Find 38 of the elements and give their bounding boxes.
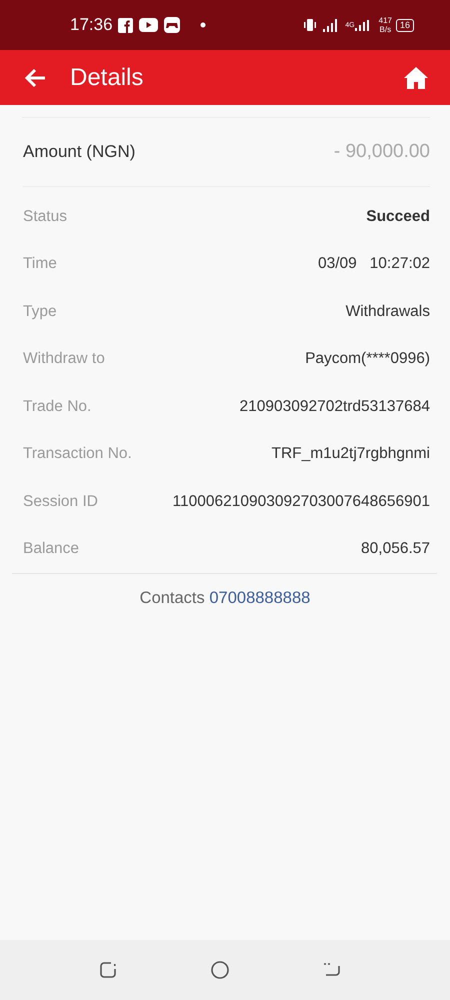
field-label: Balance — [23, 540, 80, 558]
field-label: Status — [23, 208, 67, 226]
field-value: Paycom(****0996) — [305, 350, 430, 368]
home-button[interactable] — [404, 66, 428, 88]
home-icon — [404, 66, 428, 88]
field-value: Succeed — [366, 208, 430, 226]
field-label: Time — [23, 255, 57, 274]
field-label: Session ID — [23, 492, 98, 511]
field-label: Transaction No. — [23, 445, 132, 464]
field-label: Type — [23, 302, 57, 321]
phone-link[interactable]: 07008888888 — [209, 589, 310, 607]
amount-value: - 90,000.00 — [334, 141, 430, 163]
battery-level: 16 — [396, 18, 414, 32]
notification-dot-icon — [200, 22, 206, 28]
clock-time: 17:36 — [70, 15, 113, 35]
field-value: 110006210903092703007648656901 — [172, 492, 430, 511]
field-value: TRF_m1u2tj7rgbhgnmi — [271, 445, 430, 464]
contacts-label: Contacts — [140, 589, 205, 607]
video-play-icon — [138, 18, 158, 32]
home-nav-button[interactable] — [210, 960, 230, 980]
amount-label: Amount (NGN) — [23, 142, 136, 162]
signal-icon — [354, 20, 369, 30]
field-value: Withdrawals — [346, 302, 430, 321]
recent-apps-button[interactable] — [98, 960, 118, 980]
facebook-icon — [118, 18, 133, 32]
back-arrow-icon — [24, 68, 46, 88]
field-value: 03/09 10:27:02 — [318, 255, 430, 274]
signal-icon — [323, 18, 340, 32]
field-value: 80,056.57 — [361, 540, 430, 558]
network-speed: 417 — [378, 16, 392, 25]
speed-unit: B/s — [380, 25, 392, 34]
gamepad-icon — [164, 17, 180, 33]
vibrate-icon — [303, 18, 318, 32]
field-value: 210903092702trd53137684 — [240, 398, 430, 416]
page-title: Details — [70, 64, 144, 92]
field-label: Trade No. — [23, 398, 92, 416]
back-button[interactable] — [24, 68, 46, 88]
field-label: Withdraw to — [23, 350, 105, 368]
